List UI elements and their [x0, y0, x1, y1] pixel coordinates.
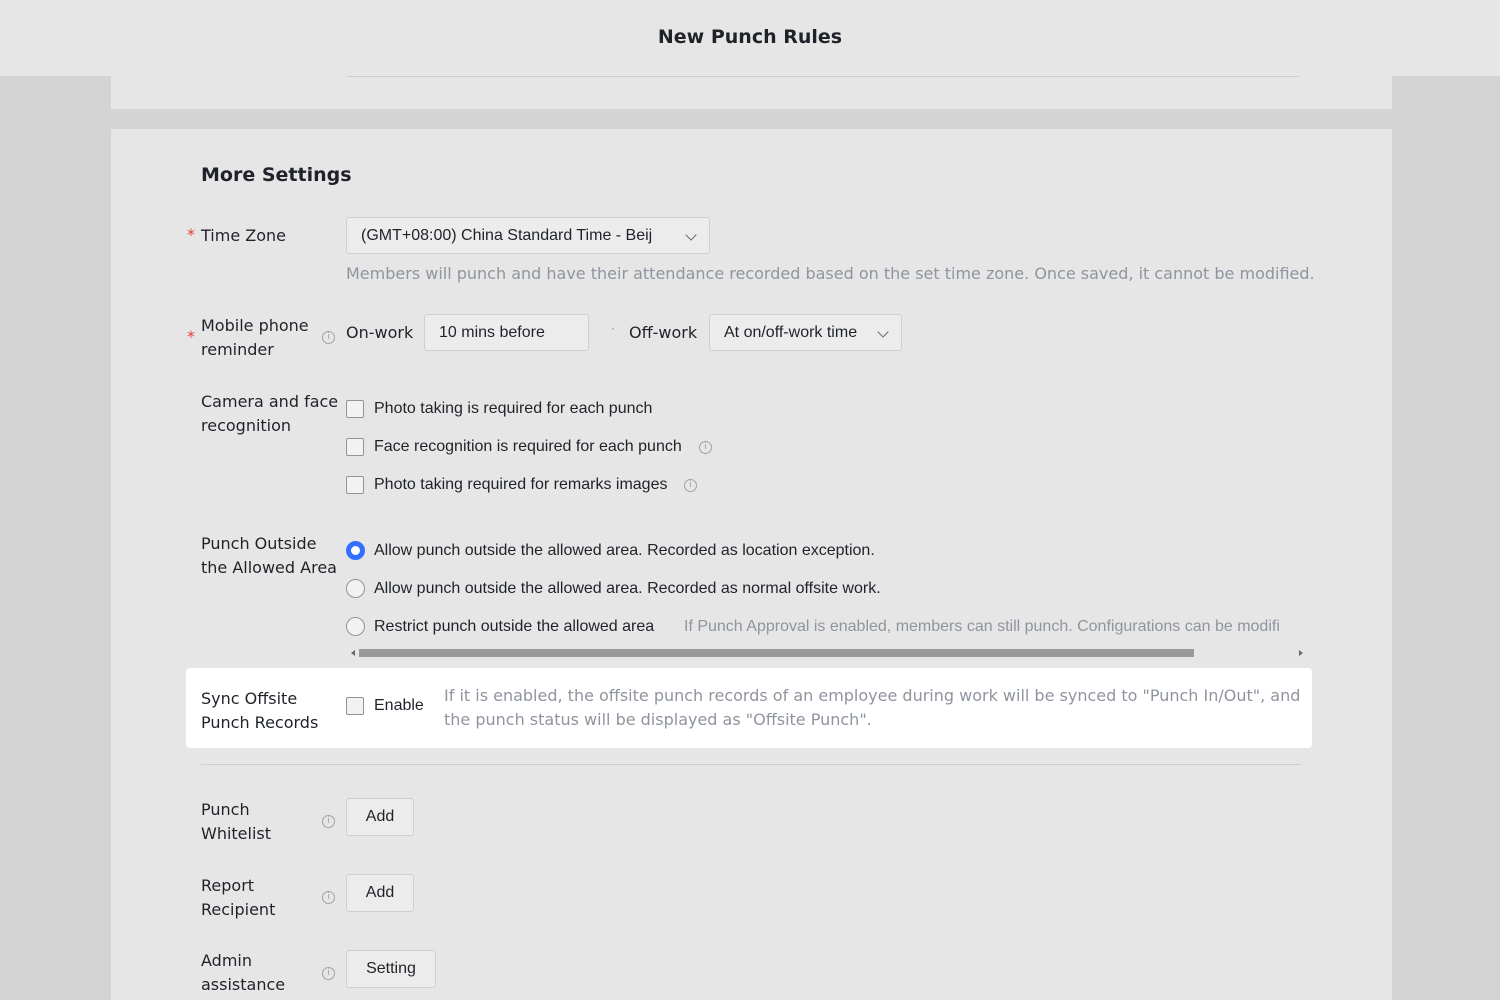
photo-remarks-label[interactable]: Photo taking required for remarks images: [374, 475, 667, 495]
sync-offsite-enable-checkbox[interactable]: [346, 697, 364, 715]
radio-normal-offsite-label[interactable]: Allow punch outside the allowed area. Re…: [374, 579, 881, 599]
time-zone-value: (GMT+08:00) China Standard Time - Beij: [361, 227, 653, 244]
offwork-reminder-value: At on/off-work time: [724, 324, 858, 341]
sync-offsite-label-line1: Sync Offsite: [201, 689, 298, 708]
report-recipient-label-line1: Report: [201, 876, 255, 895]
radio-restrict[interactable]: [346, 617, 365, 636]
divider: [347, 76, 1299, 77]
horizontal-scrollbar[interactable]: [351, 649, 1303, 657]
scrollbar-thumb[interactable]: [359, 649, 1194, 657]
section-title: More Settings: [201, 164, 352, 186]
mobile-reminder-label: Mobile phone reminder: [201, 314, 309, 362]
info-icon[interactable]: i: [684, 479, 697, 492]
mobile-reminder-label-line2: reminder: [201, 340, 274, 359]
mobile-reminder-label-line1: Mobile phone: [201, 316, 309, 335]
radio-restrict-label[interactable]: Restrict punch outside the allowed area: [374, 617, 654, 637]
info-icon[interactable]: i: [322, 967, 335, 980]
time-zone-help: Members will punch and have their attend…: [346, 264, 1315, 283]
punch-outside-label: Punch Outside the Allowed Area: [201, 532, 337, 580]
chevron-down-icon: [877, 326, 889, 338]
info-icon[interactable]: i: [322, 891, 335, 904]
admin-assistance-label-line1: Admin: [201, 951, 252, 970]
punch-outside-label-line1: Punch Outside: [201, 534, 317, 553]
admin-assistance-setting-button[interactable]: Setting: [346, 950, 436, 988]
chevron-down-icon: [685, 229, 697, 241]
report-recipient-label: Report Recipient: [201, 874, 275, 922]
photo-remarks-checkbox[interactable]: [346, 476, 364, 494]
sync-offsite-help-line1: If it is enabled, the offsite punch reco…: [444, 686, 1301, 705]
face-recognition-label[interactable]: Face recognition is required for each pu…: [374, 437, 682, 457]
punch-whitelist-label: Punch Whitelist: [201, 798, 271, 846]
photo-each-punch-label[interactable]: Photo taking is required for each punch: [374, 399, 652, 419]
offwork-reminder-select[interactable]: At on/off-work time: [709, 314, 902, 351]
required-mark: *: [187, 327, 195, 346]
required-mark: *: [187, 225, 195, 244]
sync-offsite-label-line2: Punch Records: [201, 713, 319, 732]
scroll-left-icon[interactable]: [351, 650, 355, 656]
radio-location-exception[interactable]: [346, 541, 365, 560]
info-icon[interactable]: i: [699, 441, 712, 454]
time-zone-label: Time Zone: [201, 226, 286, 245]
separator-dot: ·: [611, 322, 615, 336]
onwork-reminder-value: 10 mins before: [439, 324, 545, 341]
sync-offsite-help: If it is enabled, the offsite punch reco…: [444, 684, 1300, 732]
onwork-reminder-select[interactable]: 10 mins before: [424, 314, 589, 351]
radio-normal-offsite[interactable]: [346, 579, 365, 598]
camera-label-line2: recognition: [201, 416, 292, 435]
punch-outside-label-line2: the Allowed Area: [201, 558, 337, 577]
report-recipient-add-button[interactable]: Add: [346, 874, 414, 912]
punch-whitelist-label-line1: Punch: [201, 800, 250, 819]
divider: [201, 764, 1301, 765]
more-settings-card: More Settings * Time Zone (GMT+08:00) Ch…: [111, 129, 1392, 1000]
photo-each-punch-checkbox[interactable]: [346, 400, 364, 418]
time-zone-select[interactable]: (GMT+08:00) China Standard Time - Beij: [346, 217, 710, 254]
face-recognition-checkbox[interactable]: [346, 438, 364, 456]
punch-whitelist-label-line2: Whitelist: [201, 824, 272, 843]
sync-offsite-label: Sync Offsite Punch Records: [201, 687, 318, 735]
previous-section-card: [111, 76, 1392, 109]
info-icon[interactable]: i: [322, 815, 335, 828]
restrict-note: If Punch Approval is enabled, members ca…: [684, 618, 1280, 635]
admin-assistance-label: Admin assistance: [201, 949, 285, 997]
admin-assistance-label-line2: assistance: [201, 975, 286, 994]
page-title: New Punch Rules: [657, 26, 843, 48]
top-bar: New Punch Rules: [0, 0, 1500, 76]
scroll-right-icon[interactable]: [1299, 650, 1303, 656]
onwork-label: On-work: [346, 323, 414, 342]
info-icon[interactable]: i: [322, 331, 335, 344]
camera-label: Camera and face recognition: [201, 390, 338, 438]
offwork-label: Off-work: [629, 323, 698, 342]
radio-location-exception-label[interactable]: Allow punch outside the allowed area. Re…: [374, 541, 875, 561]
report-recipient-label-line2: Recipient: [201, 900, 276, 919]
sync-offsite-enable-label[interactable]: Enable: [374, 696, 424, 716]
punch-whitelist-add-button[interactable]: Add: [346, 798, 414, 836]
camera-label-line1: Camera and face: [201, 392, 339, 411]
sync-offsite-help-line2: the punch status will be displayed as "O…: [444, 710, 872, 729]
